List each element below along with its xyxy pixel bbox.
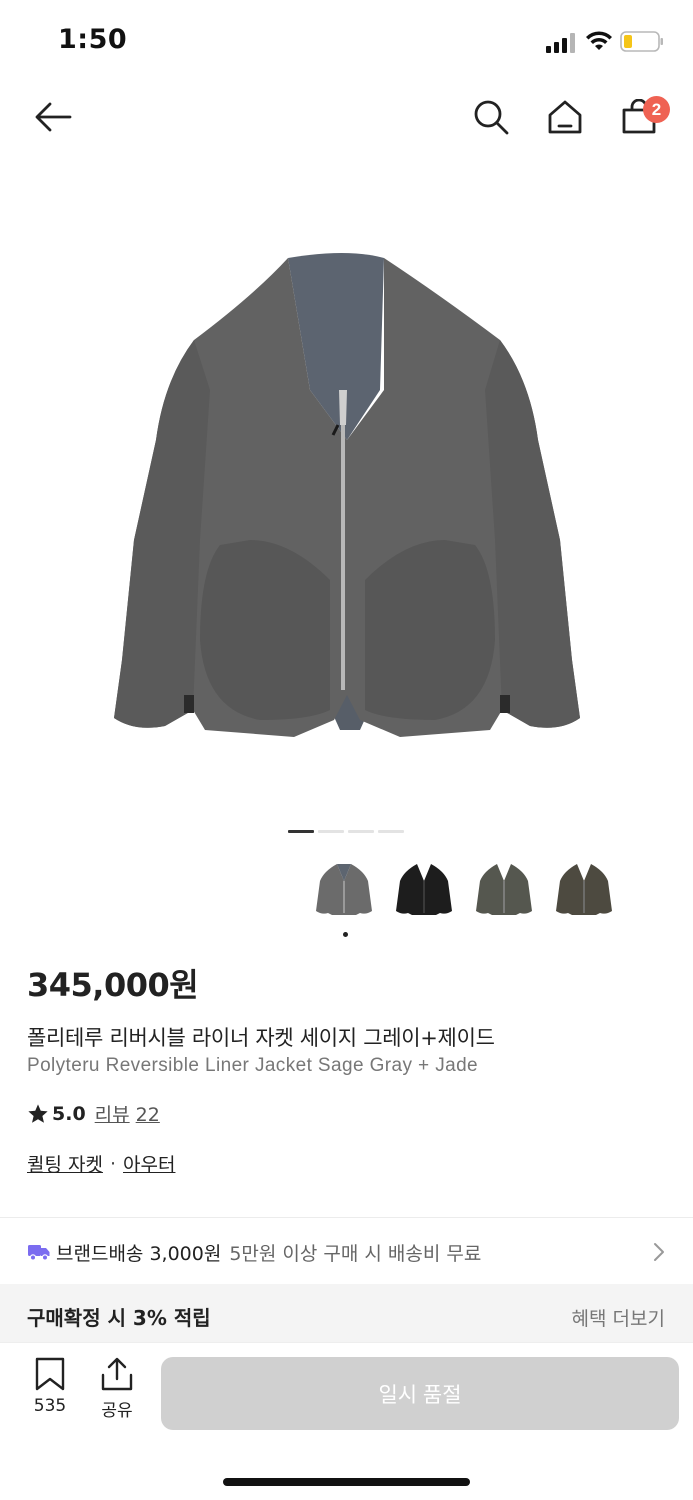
benefit-section: 구매확정 시 3% 적립 혜택 더보기 xyxy=(0,1284,693,1342)
jacket-thumbnail-image xyxy=(556,864,612,915)
jacket-thumbnail-image xyxy=(396,864,452,915)
shipping-info-row[interactable]: 브랜드배송 3,000원 5만원 이상 구매 시 배송비 무료 xyxy=(0,1220,693,1284)
share-icon xyxy=(101,1357,133,1391)
status-bar: 1:50 xyxy=(0,0,693,80)
cellular-signal-icon xyxy=(546,33,575,53)
product-name-english: Polyteru Reversible Liner Jacket Sage Gr… xyxy=(27,1055,479,1076)
review-count: 22 xyxy=(135,1104,160,1126)
benefit-more-link[interactable]: 혜택 더보기 xyxy=(572,1304,665,1331)
category-separator: · xyxy=(109,1152,117,1175)
thumbnail-sage-gray[interactable] xyxy=(313,857,375,921)
bookmark-icon xyxy=(35,1357,65,1391)
home-button[interactable] xyxy=(542,94,588,140)
bottom-action-bar: 535 공유 일시 품절 xyxy=(0,1342,693,1500)
thumbnail-black[interactable] xyxy=(393,857,455,921)
category-link-quilted-jacket[interactable]: 퀼팅 자켓 xyxy=(27,1150,103,1177)
thumbnail-olive[interactable] xyxy=(473,857,535,921)
bookmark-count: 535 xyxy=(33,1396,67,1416)
category-row: 퀼팅 자켓 · 아우터 xyxy=(27,1150,175,1177)
cart-count-badge: 2 xyxy=(643,96,670,123)
section-divider xyxy=(0,1217,693,1218)
jacket-thumbnail-image xyxy=(476,864,532,915)
home-indicator xyxy=(223,1478,470,1486)
product-name-korean: 폴리테루 리버시블 라이너 자켓 세이지 그레이+제이드 xyxy=(27,1026,495,1050)
top-nav xyxy=(0,84,693,150)
truck-icon xyxy=(28,1245,50,1261)
star-icon xyxy=(28,1103,48,1123)
bookmark-button[interactable]: 535 xyxy=(25,1357,75,1416)
image-pager xyxy=(288,830,404,833)
share-label: 공유 xyxy=(101,1401,133,1421)
pager-dot[interactable] xyxy=(378,830,404,833)
wifi-icon xyxy=(586,31,612,50)
status-time: 1:50 xyxy=(58,24,128,55)
pager-dot[interactable] xyxy=(318,830,344,833)
jacket-thumbnail-image xyxy=(316,864,372,915)
product-price: 345,000원 xyxy=(27,966,199,1004)
product-image[interactable] xyxy=(60,240,635,760)
share-button[interactable]: 공유 xyxy=(92,1357,142,1421)
arrow-left-icon xyxy=(35,102,72,132)
color-thumbnails xyxy=(313,857,615,921)
selected-thumbnail-indicator xyxy=(343,932,348,937)
back-button[interactable] xyxy=(30,94,76,140)
search-icon xyxy=(474,100,509,135)
category-link-outer[interactable]: 아우터 xyxy=(123,1150,175,1177)
pager-dot-active[interactable] xyxy=(288,830,314,833)
shipping-note: 5만원 이상 구매 시 배송비 무료 xyxy=(229,1242,482,1265)
battery-icon xyxy=(620,31,663,52)
pager-dot[interactable] xyxy=(348,830,374,833)
benefit-title: 구매확정 시 3% 적립 xyxy=(27,1306,211,1330)
review-link[interactable]: 리뷰 22 xyxy=(95,1100,160,1127)
review-label: 리뷰 xyxy=(94,1104,130,1126)
rating-value: 5.0 xyxy=(52,1102,86,1125)
thumbnail-brown[interactable] xyxy=(553,857,615,921)
soldout-button[interactable]: 일시 품절 xyxy=(161,1357,679,1430)
search-button[interactable] xyxy=(468,94,514,140)
home-icon xyxy=(548,100,582,134)
shipping-label: 브랜드배송 3,000원 xyxy=(56,1242,222,1265)
chevron-right-icon xyxy=(654,1243,664,1261)
rating-row: 5.0 리뷰 22 xyxy=(27,1100,160,1127)
